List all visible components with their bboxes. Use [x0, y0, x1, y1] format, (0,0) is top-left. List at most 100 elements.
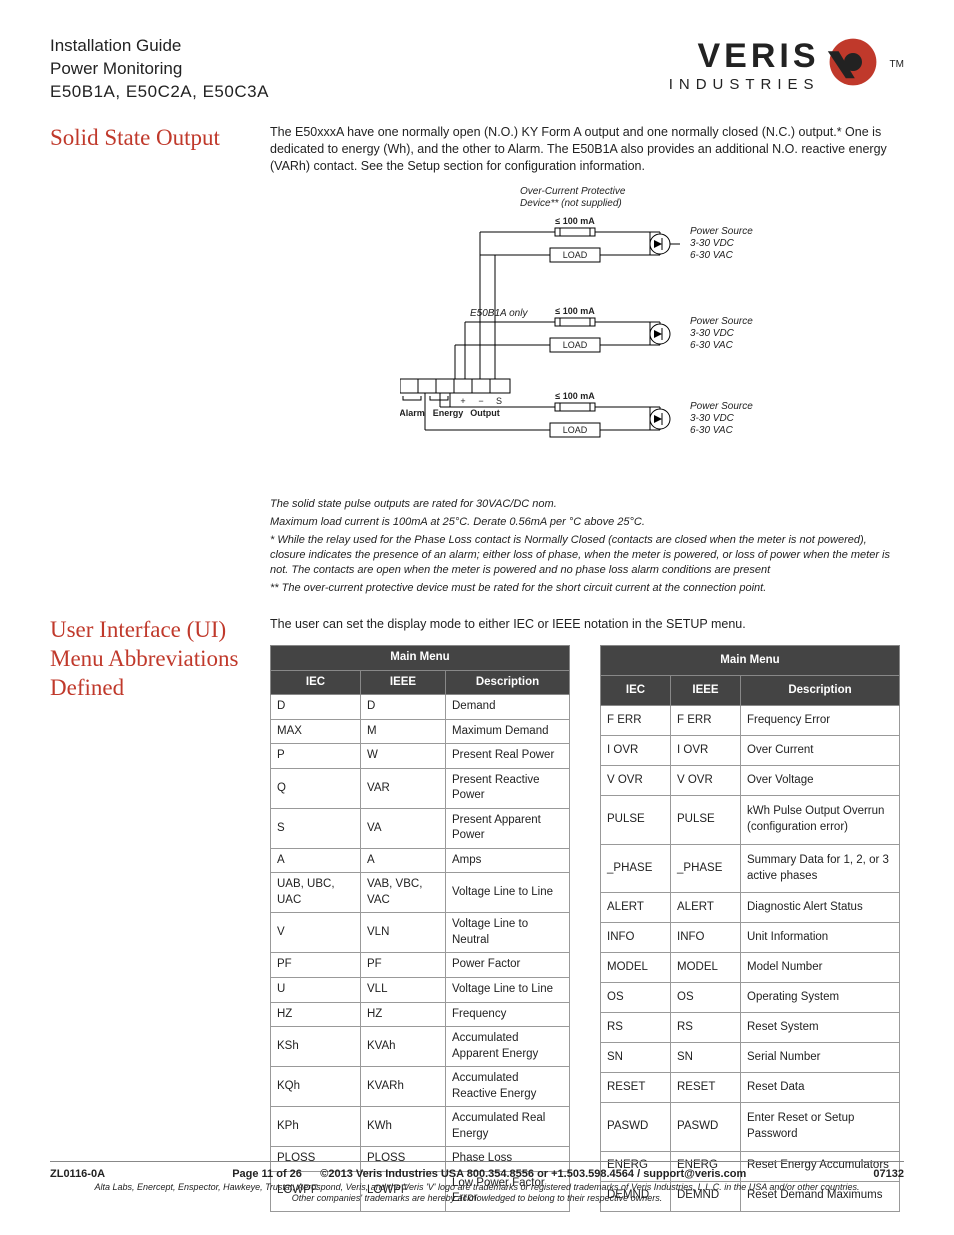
cell-desc: Present Reactive Power: [446, 768, 570, 808]
svg-text:≤ 100 mA: ≤ 100 mA: [555, 391, 595, 401]
cell-ieee: VA: [361, 808, 446, 848]
cell-iec: Q: [271, 768, 361, 808]
solid-state-title: Solid State Output: [50, 124, 250, 599]
table-row: QVARPresent Reactive Power: [271, 768, 570, 808]
cell-desc: kWh Pulse Output Overrun (configuration …: [741, 795, 900, 844]
table-row: I OVRI OVROver Current: [601, 735, 900, 765]
cell-desc: Present Apparent Power: [446, 808, 570, 848]
table-row: KPhKWhAccumulated Real Energy: [271, 1107, 570, 1147]
cell-desc: Power Factor: [446, 953, 570, 978]
svg-text:Power Source: Power Source: [690, 316, 753, 327]
cell-ieee: F ERR: [671, 706, 741, 736]
cell-iec: PULSE: [601, 795, 671, 844]
cell-desc: Unit Information: [741, 923, 900, 953]
cell-ieee: V OVR: [671, 765, 741, 795]
cell-iec: PF: [271, 953, 361, 978]
cell-iec: KSh: [271, 1027, 361, 1067]
table-row: KShKVAhAccumulated Apparent Energy: [271, 1027, 570, 1067]
cell-desc: Voltage Line to Line: [446, 873, 570, 913]
table-row: HZHZFrequency: [271, 1002, 570, 1027]
cell-desc: Voltage Line to Neutral: [446, 913, 570, 953]
cell-ieee: M: [361, 719, 446, 744]
cell-ieee: HZ: [361, 1002, 446, 1027]
trademark: TM: [890, 59, 904, 70]
ocp-label-2: Device** (not supplied): [520, 198, 622, 209]
footer-fine2: Other companies' trademarks are hereby a…: [50, 1193, 904, 1205]
cell-iec: OS: [601, 983, 671, 1013]
cell-iec: PASWD: [601, 1102, 671, 1151]
cell-desc: Accumulated Reactive Energy: [446, 1067, 570, 1107]
cell-ieee: OS: [671, 983, 741, 1013]
note-3: * While the relay used for the Phase Los…: [270, 533, 904, 578]
cell-ieee: I OVR: [671, 735, 741, 765]
cell-desc: Enter Reset or Setup Password: [741, 1102, 900, 1151]
table-row: MODELMODELModel Number: [601, 953, 900, 983]
ui-abbr-intro: The user can set the display mode to eit…: [270, 616, 904, 633]
table-row: KQhKVARhAccumulated Reactive Energy: [271, 1067, 570, 1107]
solid-state-notes: The solid state pulse outputs are rated …: [270, 497, 904, 595]
cell-iec: _PHASE: [601, 844, 671, 893]
table-row: MAXMMaximum Demand: [271, 719, 570, 744]
note-4: ** The over-current protective device mu…: [270, 581, 904, 596]
cell-ieee: PF: [361, 953, 446, 978]
cell-ieee: KVARh: [361, 1067, 446, 1107]
cell-desc: Over Voltage: [741, 765, 900, 795]
footer-rev: 07132: [873, 1168, 904, 1180]
table-row: VVLNVoltage Line to Neutral: [271, 913, 570, 953]
logo-main: VERIS: [669, 37, 820, 76]
col-iec: IEC: [271, 670, 361, 695]
cell-ieee: SN: [671, 1043, 741, 1073]
svg-text:Power Source: Power Source: [690, 401, 753, 412]
cell-desc: Reset System: [741, 1013, 900, 1043]
ocp-label-1: Over-Current Protective: [520, 186, 626, 197]
cell-desc: Frequency Error: [741, 706, 900, 736]
table-row: _PHASE_PHASESummary Data for 1, 2, or 3 …: [601, 844, 900, 893]
cell-desc: Frequency: [446, 1002, 570, 1027]
table-row: RSRSReset System: [601, 1013, 900, 1043]
cell-iec: I OVR: [601, 735, 671, 765]
footer-doc: ZL0116-0A: [50, 1168, 105, 1180]
cell-iec: KQh: [271, 1067, 361, 1107]
footer-fine1: Alta Labs, Enercept, Enspector, Hawkeye,…: [50, 1182, 904, 1194]
cell-desc: Accumulated Apparent Energy: [446, 1027, 570, 1067]
cell-iec: P: [271, 744, 361, 769]
cell-ieee: A: [361, 848, 446, 873]
table-row: INFOINFOUnit Information: [601, 923, 900, 953]
header-text: Installation Guide Power Monitoring E50B…: [50, 35, 269, 104]
cell-iec: F ERR: [601, 706, 671, 736]
col-desc: Description: [741, 676, 900, 706]
svg-text:LOAD: LOAD: [563, 340, 588, 350]
cell-iec: RESET: [601, 1072, 671, 1102]
cell-desc: Reset Data: [741, 1072, 900, 1102]
page-footer: ZL0116-0A Page 11 of 26 ©2013 Veris Indu…: [50, 1161, 904, 1205]
cell-ieee: _PHASE: [671, 844, 741, 893]
cell-ieee: MODEL: [671, 953, 741, 983]
cell-iec: S: [271, 808, 361, 848]
cell-iec: RS: [601, 1013, 671, 1043]
cell-desc: Operating System: [741, 983, 900, 1013]
veris-logo: VERIS INDUSTRIES TM: [669, 35, 904, 94]
cell-ieee: VLN: [361, 913, 446, 953]
table-header: Main Menu: [271, 646, 570, 671]
table-row: PASWDPASWDEnter Reset or Setup Password: [601, 1102, 900, 1151]
cell-ieee: W: [361, 744, 446, 769]
cell-ieee: RESET: [671, 1072, 741, 1102]
cell-ieee: VAB, VBC, VAC: [361, 873, 446, 913]
svg-text:Power Source: Power Source: [690, 226, 753, 237]
cell-ieee: ALERT: [671, 893, 741, 923]
table-row: UVLLVoltage Line to Line: [271, 977, 570, 1002]
cell-iec: V: [271, 913, 361, 953]
table-row: F ERRF ERRFrequency Error: [601, 706, 900, 736]
cell-iec: U: [271, 977, 361, 1002]
cell-iec: D: [271, 695, 361, 720]
footer-page: Page 11 of 26: [232, 1168, 302, 1180]
cell-desc: Diagnostic Alert Status: [741, 893, 900, 923]
svg-text:≤ 100 mA: ≤ 100 mA: [555, 216, 595, 226]
svg-text:6-30 VAC: 6-30 VAC: [690, 425, 734, 436]
svg-text:6-30 VAC: 6-30 VAC: [690, 250, 734, 261]
cell-ieee: KVAh: [361, 1027, 446, 1067]
solid-state-para: The E50xxxA have one normally open (N.O.…: [270, 124, 904, 175]
svg-text:LOAD: LOAD: [563, 250, 588, 260]
table-row: PFPFPower Factor: [271, 953, 570, 978]
table-row: V OVRV OVROver Voltage: [601, 765, 900, 795]
